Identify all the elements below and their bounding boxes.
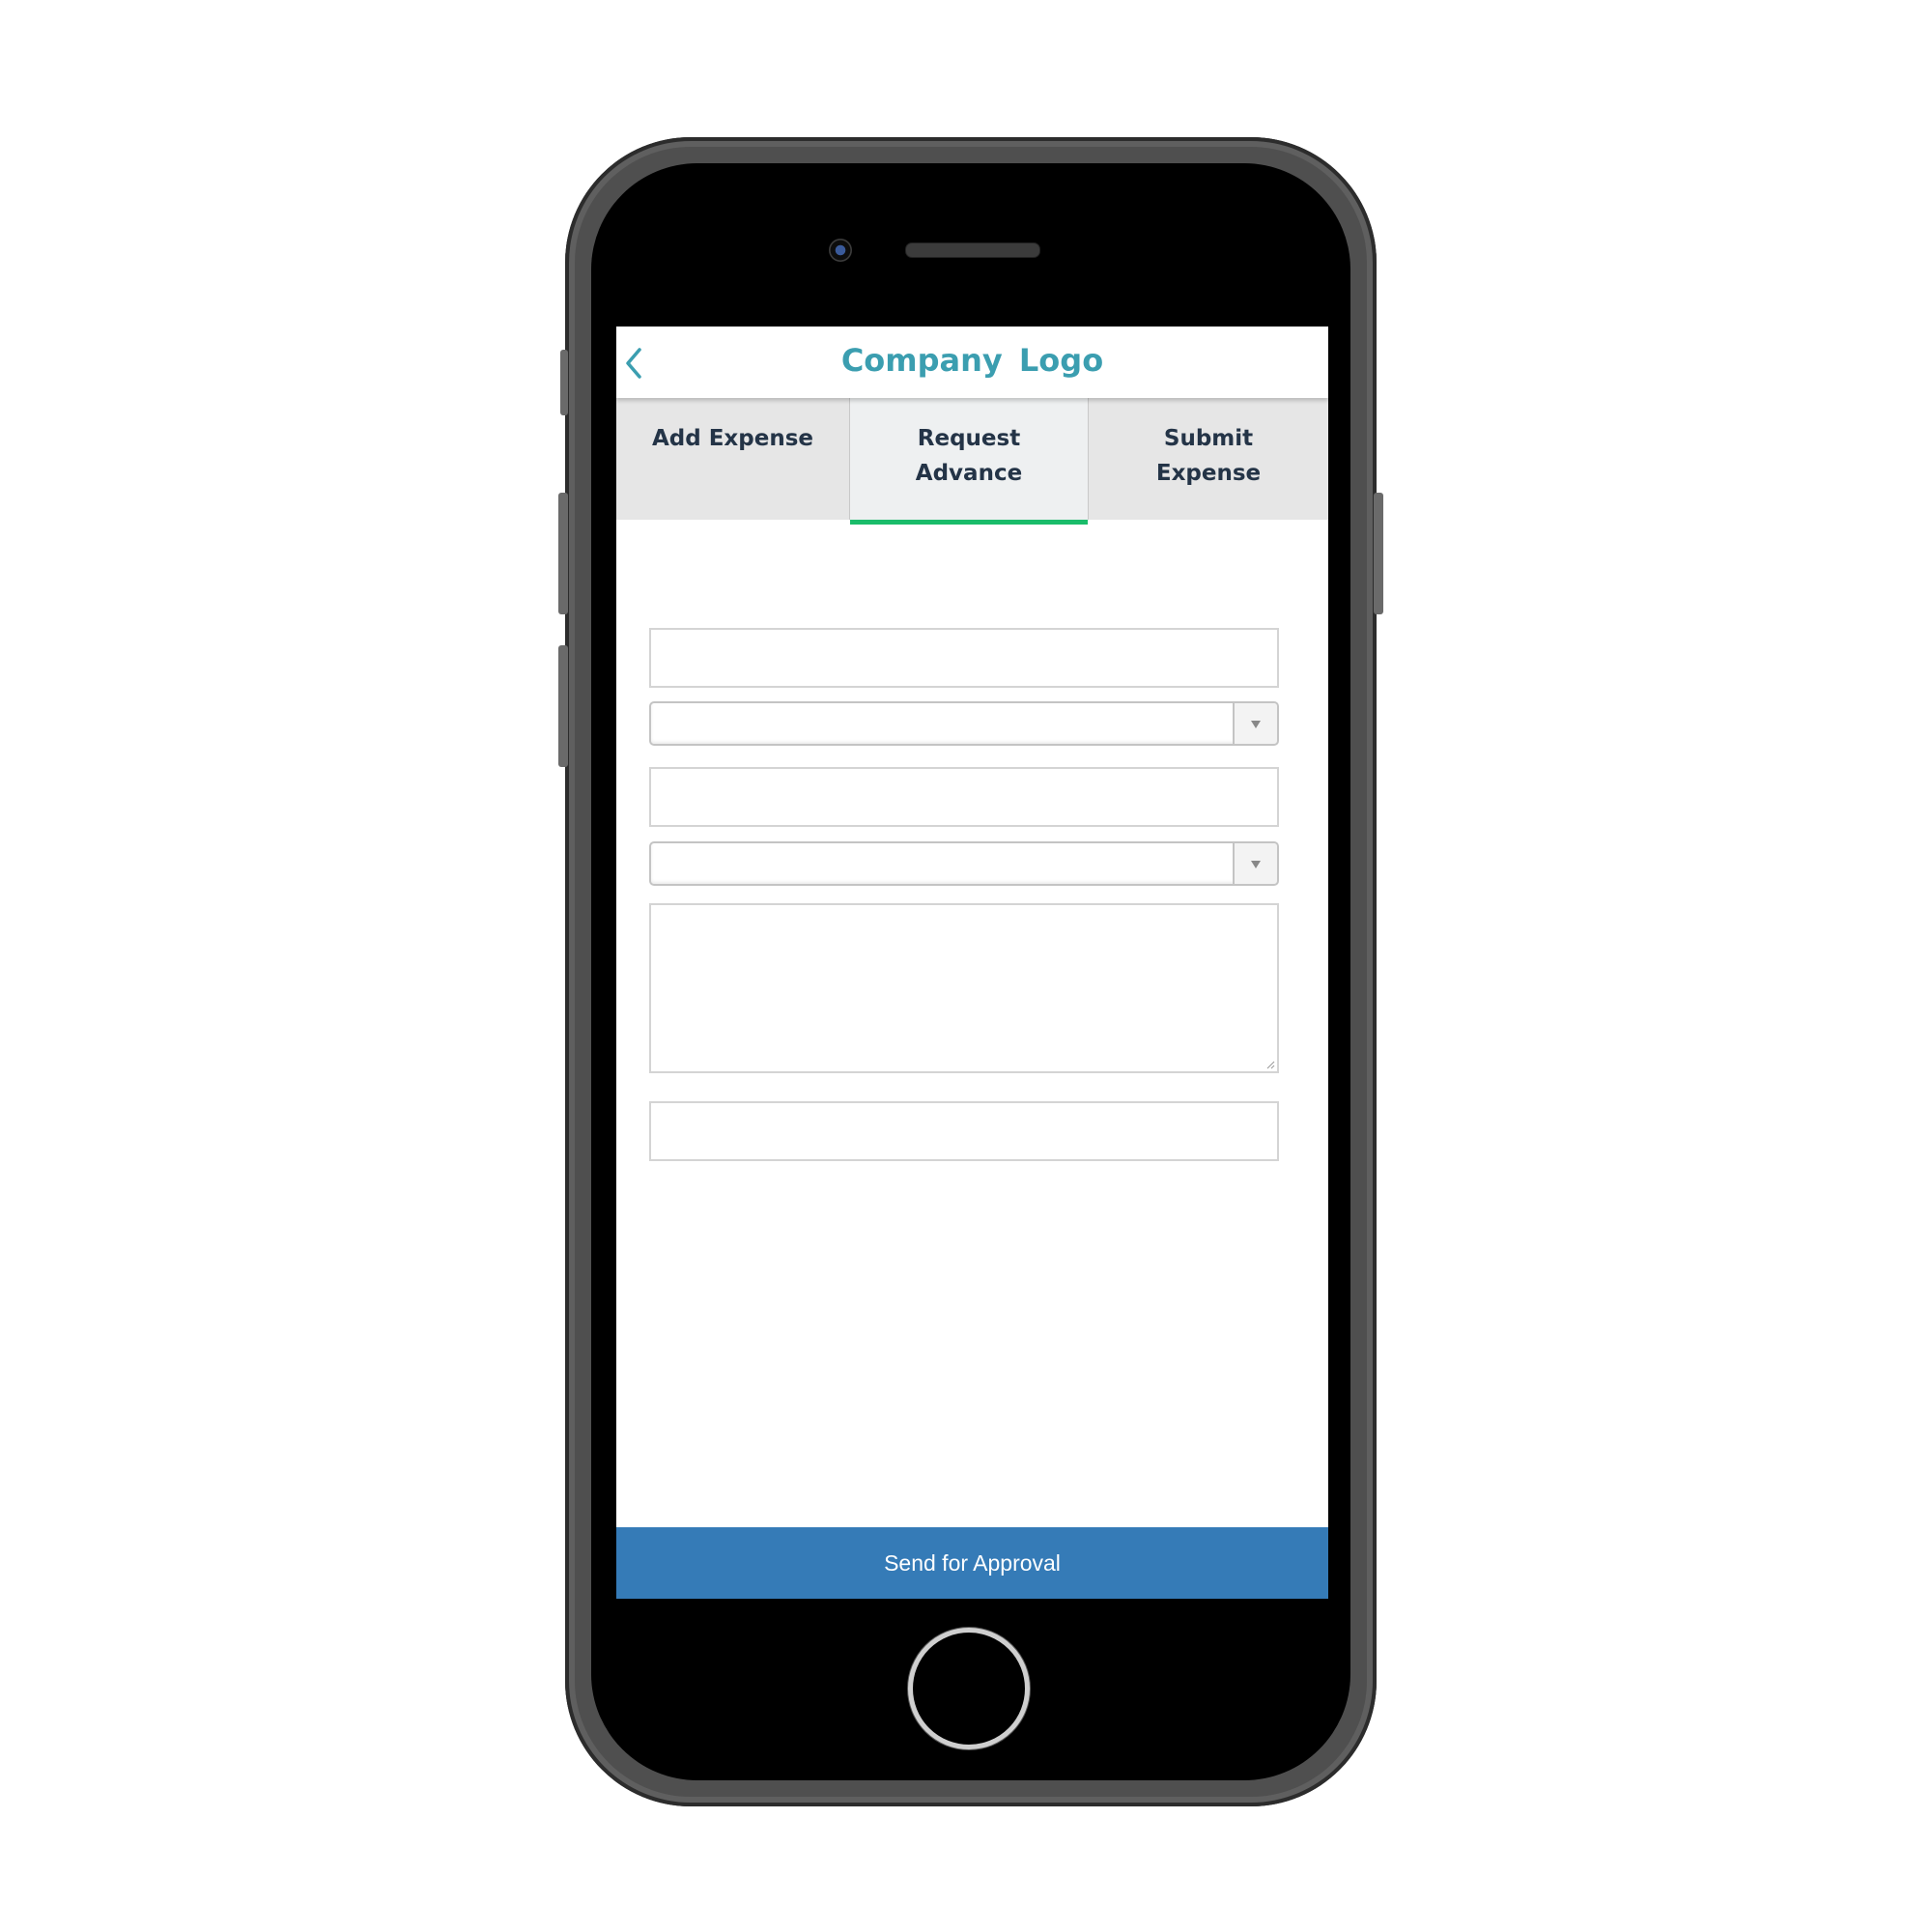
tab-submit-expense[interactable]: Submit Expense — [1089, 398, 1328, 520]
mute-switch — [560, 350, 568, 415]
volume-down-button — [558, 645, 568, 767]
send-for-approval-button[interactable]: Send for Approval — [616, 1527, 1328, 1599]
app-header: Company Logo — [616, 327, 1328, 398]
dropdown-arrow-icon[interactable] — [1233, 703, 1277, 744]
text-field-1[interactable] — [649, 628, 1279, 688]
resize-handle-icon[interactable] — [1265, 1060, 1275, 1069]
dropdown-select-1[interactable] — [649, 701, 1279, 746]
text-field-3[interactable] — [649, 1101, 1279, 1161]
company-logo-title: Company Logo — [840, 342, 1104, 379]
power-button — [1374, 493, 1383, 614]
speaker-grille — [905, 242, 1040, 258]
home-button[interactable] — [908, 1628, 1030, 1749]
text-field-2[interactable] — [649, 767, 1279, 827]
tab-add-expense[interactable]: Add Expense — [616, 398, 849, 520]
dropdown-arrow-icon[interactable] — [1233, 843, 1277, 884]
volume-up-button — [558, 493, 568, 614]
tab-bar: Add Expense Request Advance Submit Expen… — [616, 398, 1328, 525]
front-camera-icon — [829, 239, 852, 262]
dropdown-select-2[interactable] — [649, 841, 1279, 886]
notes-textarea[interactable] — [649, 903, 1279, 1073]
app-screen: Company Logo Add Expense Request Advance… — [616, 327, 1328, 1599]
tab-request-advance[interactable]: Request Advance — [849, 398, 1089, 525]
